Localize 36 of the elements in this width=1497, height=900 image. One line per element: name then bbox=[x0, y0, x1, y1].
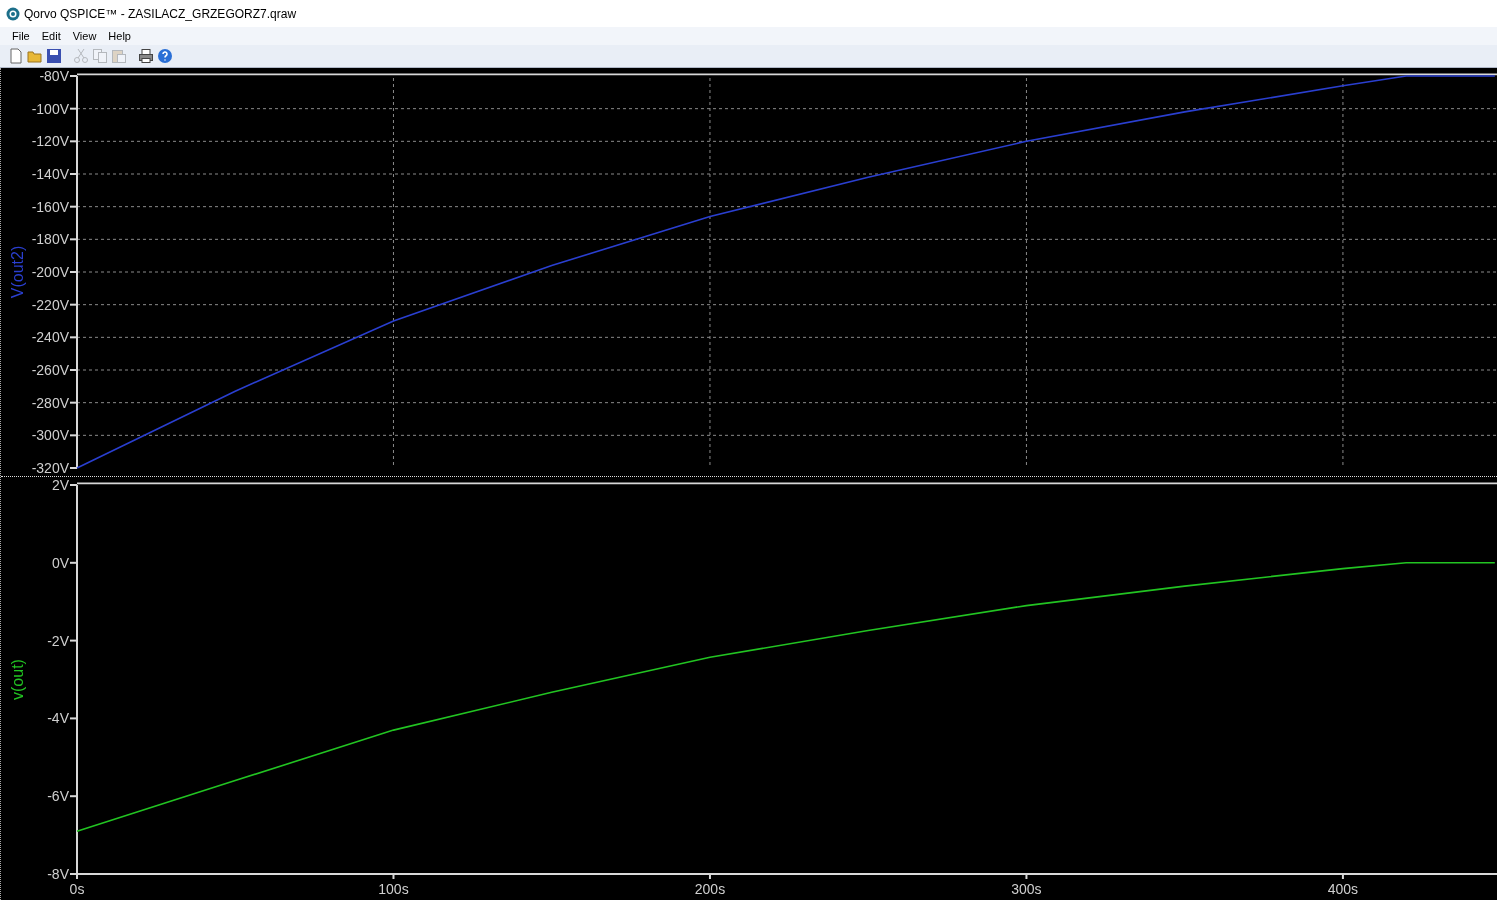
y-axis-label: 2V bbox=[51, 477, 69, 493]
y-axis-label: -4V bbox=[47, 710, 69, 727]
y-axis-label: -8V bbox=[47, 866, 69, 882]
x-axis-label: 100s bbox=[378, 881, 409, 897]
y-axis-label: -260V bbox=[31, 362, 69, 378]
x-axis-label: 400s bbox=[1327, 881, 1359, 897]
app-logo-icon bbox=[6, 6, 20, 21]
menu-item[interactable]: Edit bbox=[35, 27, 67, 45]
help-icon[interactable] bbox=[157, 48, 173, 64]
printer-icon[interactable] bbox=[138, 48, 154, 64]
window-title: Qorvo QSPICE™ - ZASILACZ_GRZEGORZ7.qraw bbox=[24, 5, 297, 23]
y-axis-label: -220V bbox=[31, 296, 69, 313]
new-file-icon[interactable] bbox=[8, 48, 24, 64]
y-axis-label: -100V bbox=[31, 100, 69, 117]
y-axis-label: -180V bbox=[31, 231, 69, 248]
menu-item[interactable]: Help bbox=[102, 27, 137, 45]
y-axis-label: -160V bbox=[31, 198, 69, 215]
y-axis-label: 0V bbox=[51, 554, 69, 571]
y-axis-label: -300V bbox=[31, 427, 69, 444]
y-axis-label: -280V bbox=[31, 394, 69, 411]
y-axis-label: -200V bbox=[31, 264, 69, 280]
y-axis-label: -240V bbox=[31, 329, 69, 346]
y-axis-title: V(out2) bbox=[9, 245, 26, 299]
y-axis-label: -120V bbox=[31, 133, 69, 150]
y-axis-label: -2V bbox=[47, 632, 69, 649]
y-axis-label: -140V bbox=[31, 166, 69, 182]
x-axis-label: 0s bbox=[69, 881, 85, 897]
save-icon[interactable] bbox=[46, 48, 62, 64]
x-axis-label: 300s bbox=[1011, 881, 1042, 897]
y-axis-label: -320V bbox=[31, 460, 69, 476]
x-axis-label: 200s bbox=[694, 881, 726, 897]
menu-item[interactable]: File bbox=[6, 27, 36, 45]
y-axis-label: -6V bbox=[47, 788, 69, 805]
y-axis-label: -80V bbox=[39, 68, 69, 84]
y-axis-title: v(out) bbox=[9, 659, 26, 700]
menu-item[interactable]: View bbox=[66, 27, 103, 45]
